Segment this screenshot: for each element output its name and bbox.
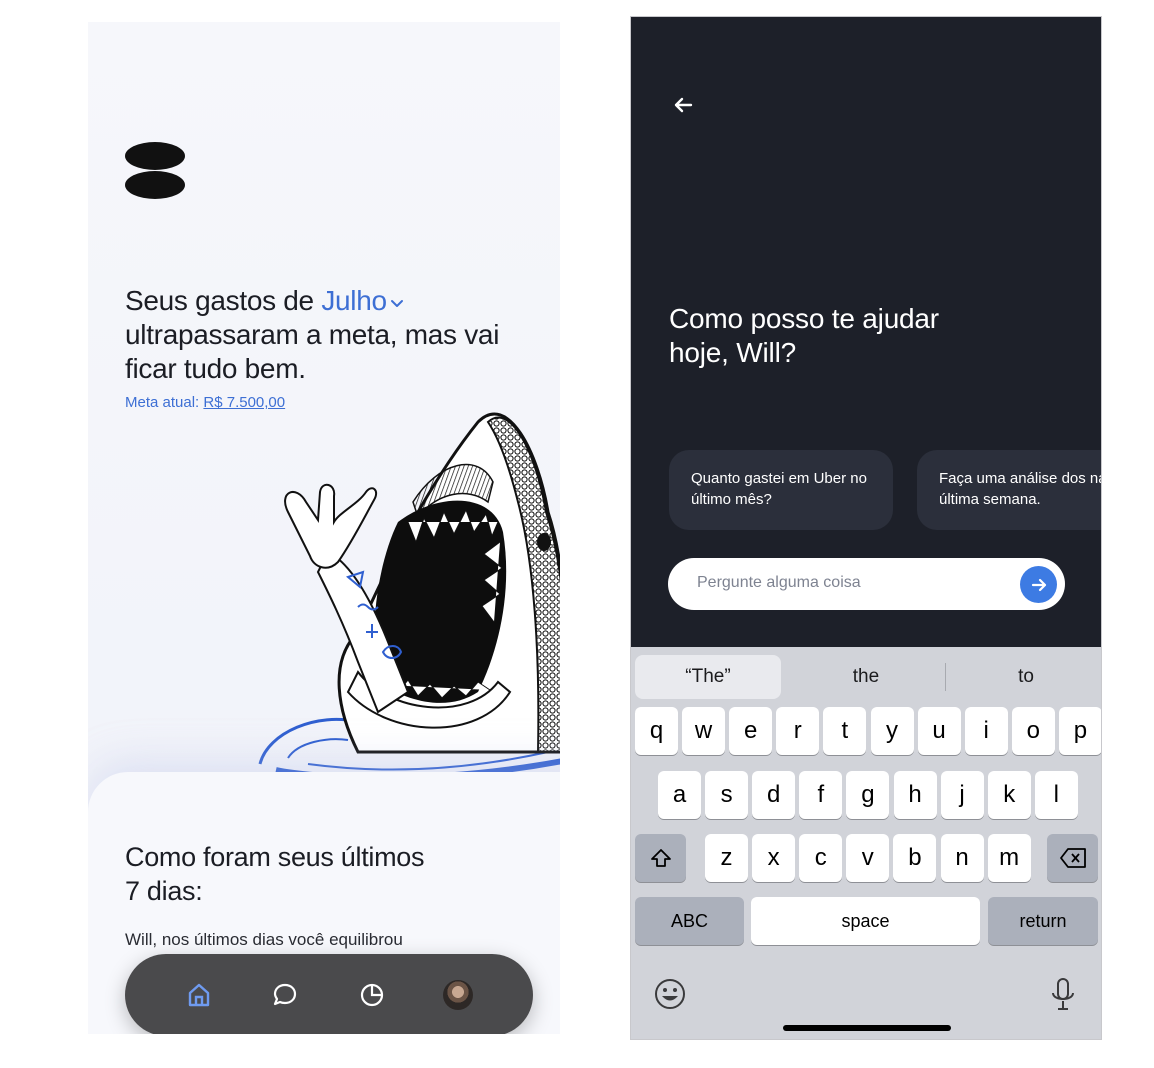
send-button[interactable] [1020, 566, 1057, 603]
ask-input[interactable]: Pergunte alguma coisa [668, 558, 1065, 610]
key-t[interactable]: t [823, 707, 867, 755]
key-j[interactable]: j [940, 771, 984, 819]
nav-chat-button[interactable] [270, 980, 300, 1010]
key-v[interactable]: v [846, 834, 890, 882]
microphone-icon[interactable] [1049, 977, 1077, 1013]
goal-label: Meta atual: [125, 394, 204, 411]
chat-icon [273, 983, 297, 1006]
month-selector[interactable]: Julho [321, 285, 404, 316]
key-f[interactable]: f [799, 771, 843, 819]
bottom-navigation [125, 954, 533, 1034]
key-b[interactable]: b [893, 834, 937, 882]
shark-illustration [258, 412, 560, 781]
key-g[interactable]: g [846, 771, 890, 819]
logo-top-shape [125, 142, 185, 170]
headline-suffix: ultrapassaram a meta, mas vai ficar tudo… [125, 319, 500, 384]
arrow-right-icon [1031, 578, 1046, 591]
nav-home-button[interactable] [184, 980, 214, 1010]
prediction-divider [945, 663, 946, 691]
expenses-screen: Seus gastos de Julho ultrapassaram a met… [88, 22, 560, 1034]
assistant-screen: Como posso te ajudar hoje, Will? Quanto … [630, 16, 1102, 1040]
month-label: Julho [321, 285, 387, 316]
key-r[interactable]: r [776, 707, 820, 755]
logo-bottom-shape [125, 171, 185, 199]
space-key[interactable]: space [751, 897, 980, 945]
return-key[interactable]: return [988, 897, 1098, 945]
key-o[interactable]: o [1011, 707, 1055, 755]
backspace-key[interactable] [1047, 834, 1098, 882]
backspace-icon [1059, 848, 1086, 868]
shift-icon [650, 849, 671, 867]
expenses-headline: Seus gastos de Julho ultrapassaram a met… [125, 284, 525, 386]
key-m[interactable]: m [987, 834, 1031, 882]
app-logo [125, 142, 185, 200]
key-u[interactable]: u [917, 707, 961, 755]
prediction-2[interactable]: the [791, 655, 941, 699]
ask-input-placeholder: Pergunte alguma coisa [697, 574, 861, 591]
nav-reports-button[interactable] [357, 980, 387, 1010]
home-indicator [783, 1025, 951, 1031]
key-w[interactable]: w [682, 707, 726, 755]
key-k[interactable]: k [987, 771, 1031, 819]
key-z[interactable]: z [705, 834, 748, 882]
key-s[interactable]: s [705, 771, 749, 819]
chevron-down-icon [390, 299, 403, 307]
key-p[interactable]: p [1058, 707, 1101, 755]
prediction-1[interactable]: “The” [635, 655, 781, 699]
key-e[interactable]: e [729, 707, 773, 755]
assistant-greeting: Como posso te ajudar hoje, Will? [669, 303, 939, 368]
key-a[interactable]: a [658, 771, 701, 819]
abc-key[interactable]: ABC [635, 897, 744, 945]
pie-chart-icon [360, 983, 384, 1007]
key-n[interactable]: n [940, 834, 984, 882]
weekly-summary-text: Will, nos últimos dias você equilibrou [125, 930, 403, 949]
shift-key[interactable] [635, 834, 686, 882]
key-d[interactable]: d [752, 771, 796, 819]
keyboard: “The” the to qwertyuiop asdfghjkl zxcvbn… [631, 647, 1101, 1039]
key-q[interactable]: q [635, 707, 678, 755]
home-icon [188, 983, 210, 1007]
prediction-3[interactable]: to [951, 655, 1101, 699]
key-c[interactable]: c [799, 834, 843, 882]
key-h[interactable]: h [893, 771, 937, 819]
key-y[interactable]: y [870, 707, 914, 755]
avatar[interactable] [443, 980, 473, 1010]
back-arrow-icon[interactable] [671, 93, 695, 117]
key-x[interactable]: x [752, 834, 796, 882]
suggestion-chip[interactable]: Quanto gastei em Uber no último mês? [669, 450, 893, 530]
emoji-icon[interactable] [653, 977, 687, 1011]
key-l[interactable]: l [1034, 771, 1078, 819]
key-i[interactable]: i [964, 707, 1008, 755]
headline-prefix: Seus gastos de [125, 285, 322, 316]
weekly-summary-title: Como foram seus últimos 7 dias: [125, 842, 425, 906]
suggestion-chip[interactable]: Faça uma análise dos na última semana. [917, 450, 1101, 530]
